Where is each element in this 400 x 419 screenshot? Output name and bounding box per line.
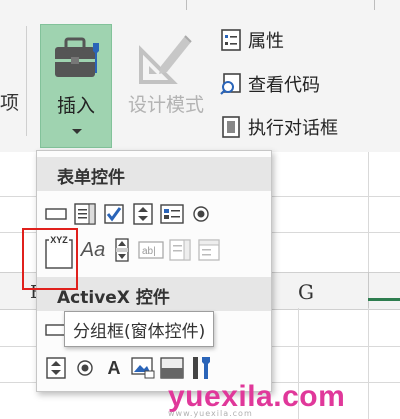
run-dialog-button[interactable]: 执行对话框 <box>220 113 338 141</box>
site-watermark-url: www.yuexila.com <box>168 409 253 418</box>
properties-button[interactable]: 属性 <box>220 26 284 54</box>
list-box-icon[interactable] <box>159 201 185 227</box>
button-icon[interactable] <box>43 201 69 227</box>
run-dialog-icon <box>222 116 240 138</box>
grid-line <box>368 308 369 419</box>
insert-controls-button[interactable]: 插入 <box>40 24 112 148</box>
highlight-box <box>22 228 78 290</box>
group-box-tooltip: 分组框(窗体控件) <box>64 311 215 347</box>
spin-button-icon[interactable] <box>130 201 156 227</box>
text-field-icon[interactable]: ab| <box>138 237 164 263</box>
design-mode-button[interactable]: 设计模式 <box>117 24 215 148</box>
image-icon[interactable] <box>130 355 156 381</box>
ribbon-top-edge <box>0 0 400 10</box>
grid-line <box>368 152 369 272</box>
spin-button-icon[interactable] <box>43 355 69 381</box>
view-code-icon <box>220 73 241 95</box>
combo-box-icon[interactable] <box>72 201 98 227</box>
column-header-g[interactable]: G <box>298 280 314 304</box>
label-icon[interactable]: Aa <box>80 237 106 263</box>
scroll-bar-icon[interactable] <box>109 237 135 263</box>
activex-controls-row-2: A <box>43 355 217 383</box>
ribbon-left-partial-label: 项 <box>0 92 20 114</box>
design-mode-icon <box>139 35 192 84</box>
form-controls-title: 表单控件 <box>57 168 125 188</box>
dropdown-arrow-icon <box>72 129 82 134</box>
svg-text:ab|: ab| <box>142 246 156 257</box>
divider <box>186 0 187 10</box>
view-code-label: 查看代码 <box>248 75 320 96</box>
form-controls-row-1 <box>43 201 217 229</box>
check-box-icon[interactable] <box>101 201 127 227</box>
column-divider <box>368 272 369 308</box>
run-dialog-label: 执行对话框 <box>248 118 338 139</box>
properties-icon <box>221 29 241 51</box>
selected-column-indicator <box>368 298 400 301</box>
properties-label: 属性 <box>248 31 284 52</box>
divider <box>374 0 375 10</box>
label-icon[interactable]: A <box>101 355 127 381</box>
more-controls-icon[interactable] <box>188 355 214 381</box>
design-mode-label: 设计模式 <box>127 94 204 116</box>
view-code-button[interactable]: 查看代码 <box>220 70 320 98</box>
toggle-button-icon[interactable] <box>159 355 185 381</box>
combo-dropdown-edit-icon[interactable] <box>196 237 222 263</box>
combo-list-edit-icon[interactable] <box>167 237 193 263</box>
toolbox-icon <box>55 37 99 77</box>
form-controls-header: 表单控件 <box>37 157 271 191</box>
group-separator <box>26 26 27 136</box>
insert-button-label: 插入 <box>56 95 95 117</box>
developer-ribbon: 项 插入 设计模式 属性 查看代码 执行对话框 <box>0 0 400 153</box>
option-button-icon[interactable] <box>72 355 98 381</box>
option-button-icon[interactable] <box>188 201 214 227</box>
